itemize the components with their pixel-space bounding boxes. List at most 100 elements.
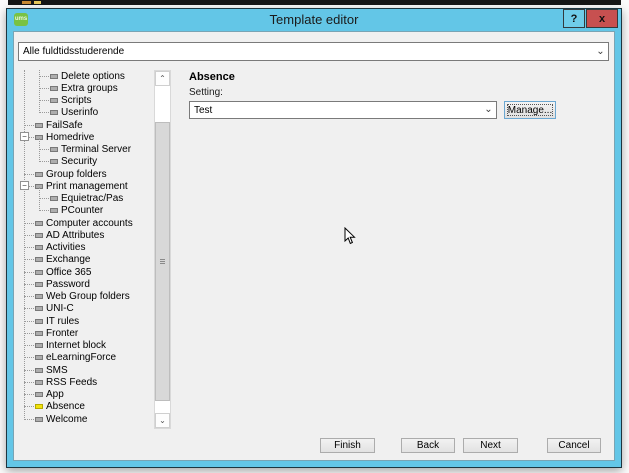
tree-item[interactable]: Welcome — [18, 413, 154, 425]
tree-item-label: Extra groups — [61, 83, 118, 94]
page-icon — [35, 172, 43, 177]
back-button[interactable]: Back — [401, 438, 455, 453]
tree-item[interactable]: Exchange — [18, 254, 154, 266]
tree-item[interactable]: Absence — [18, 401, 154, 413]
tree-connector — [24, 357, 34, 358]
scrollbar-track[interactable] — [155, 86, 170, 413]
page-icon — [50, 147, 58, 152]
expander-minus-icon[interactable]: − — [20, 132, 29, 141]
tree-item[interactable]: App — [18, 389, 154, 401]
tree-item[interactable]: Group folders — [18, 168, 154, 180]
tree-item[interactable]: AD Attributes — [18, 229, 154, 241]
tree-item[interactable]: Fronter — [18, 327, 154, 339]
template-combobox-value: Alle fuldtidsstuderende — [19, 46, 593, 57]
tree-connector — [24, 247, 34, 248]
tree-item-label: Group folders — [46, 169, 107, 180]
close-icon: x — [599, 13, 605, 25]
tree-item-label: Welcome — [46, 414, 88, 425]
template-combobox[interactable]: Alle fuldtidsstuderende ⌄ — [18, 42, 609, 61]
scroll-up-button[interactable]: ⌃ — [155, 71, 170, 86]
setting-combobox[interactable]: Test ⌄ — [189, 101, 497, 119]
help-icon: ? — [571, 13, 578, 25]
window-title: Template editor — [7, 12, 621, 27]
dialog-window: ums Template editor ? x Alle fuldtidsstu… — [6, 8, 622, 468]
tree-item[interactable]: SMS — [18, 364, 154, 376]
page-icon — [50, 110, 58, 115]
tree-connector — [24, 174, 34, 175]
tree-item-label: SMS — [46, 365, 68, 376]
window-controls: ? x — [563, 9, 618, 28]
template-tree: Delete optionsExtra groupsScriptsUserinf… — [18, 70, 154, 427]
setting-combobox-value: Test — [190, 105, 481, 116]
tree-item[interactable]: Web Group folders — [18, 291, 154, 303]
page-icon — [35, 282, 43, 287]
tree-connector — [24, 370, 34, 371]
tree-connector — [39, 112, 49, 113]
tree-item-label: Print management — [46, 181, 128, 192]
background-window-accent — [34, 1, 41, 4]
next-button[interactable]: Next — [463, 438, 518, 453]
tree-item-label: UNI-C — [46, 303, 74, 314]
page-icon — [35, 221, 43, 226]
page-icon — [35, 306, 43, 311]
tree-item-label: Scripts — [61, 95, 92, 106]
tree-item[interactable]: eLearningForce — [18, 352, 154, 364]
tree-item-label: RSS Feeds — [46, 377, 97, 388]
scrollbar-grip-icon — [160, 259, 165, 265]
tree-item[interactable]: Internet block — [18, 340, 154, 352]
scroll-down-button[interactable]: ⌄ — [155, 413, 170, 428]
page-icon — [50, 98, 58, 103]
help-button[interactable]: ? — [563, 9, 585, 28]
tree-item-label: Office 365 — [46, 267, 91, 278]
tree-item[interactable]: Password — [18, 278, 154, 290]
title-bar: ums Template editor ? x — [7, 9, 621, 31]
background-window-strip — [8, 0, 621, 5]
setting-label: Setting: — [189, 87, 223, 98]
scrollbar-thumb[interactable] — [155, 122, 170, 401]
tree-connector — [39, 88, 49, 89]
tree-connector — [24, 345, 34, 346]
page-icon — [50, 208, 58, 213]
tree-item[interactable]: UNI-C — [18, 303, 154, 315]
page-icon — [35, 417, 43, 422]
tree-item-label: Computer accounts — [46, 218, 133, 229]
page-icon — [50, 74, 58, 79]
tree-item-label: Userinfo — [61, 107, 98, 118]
tree-connector — [39, 210, 49, 211]
tree-item-label: Password — [46, 279, 90, 290]
page-icon — [35, 294, 43, 299]
tree-connector — [39, 161, 49, 162]
tree-item[interactable]: FailSafe — [18, 119, 154, 131]
tree-connector — [24, 235, 34, 236]
chevron-down-icon: ⌄ — [481, 105, 496, 115]
tree-item[interactable]: Computer accounts — [18, 217, 154, 229]
page-icon — [35, 319, 43, 324]
tree-item[interactable]: Activities — [18, 242, 154, 254]
tree-connector — [39, 76, 49, 77]
tree-connector — [24, 272, 34, 273]
tree-connector — [24, 223, 34, 224]
tree-connector — [39, 187, 40, 211]
expander-minus-icon[interactable]: − — [20, 181, 29, 190]
tree-item[interactable]: IT rules — [18, 315, 154, 327]
tree-connector — [24, 296, 34, 297]
panel-heading: Absence — [189, 71, 235, 83]
finish-button[interactable]: Finish — [320, 438, 375, 453]
tree-item-label: Security — [61, 156, 97, 167]
page-icon — [50, 159, 58, 164]
tree-item[interactable]: RSS Feeds — [18, 376, 154, 388]
tree-connector — [39, 138, 40, 162]
tree-item[interactable]: Office 365 — [18, 266, 154, 278]
tree-connector — [24, 284, 34, 285]
tree-item-label: Homedrive — [46, 132, 94, 143]
tree-item-label: Delete options — [61, 71, 125, 82]
screen: ums Template editor ? x Alle fuldtidsstu… — [0, 0, 629, 473]
manage-button[interactable]: Manage... — [504, 101, 556, 119]
page-icon — [35, 233, 43, 238]
cancel-button[interactable]: Cancel — [547, 438, 601, 453]
page-icon — [35, 270, 43, 275]
tree-item-label: Fronter — [46, 328, 78, 339]
page-icon — [35, 343, 43, 348]
tree-item-label: FailSafe — [46, 120, 83, 131]
close-button[interactable]: x — [586, 9, 618, 28]
